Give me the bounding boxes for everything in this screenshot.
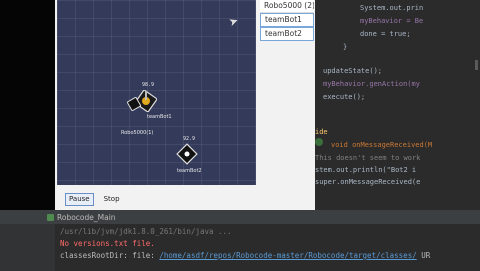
robot-energy: 98.9	[142, 82, 155, 88]
pause-button[interactable]: Pause	[65, 193, 94, 206]
code-line: stem.out.println("Bot2 i	[315, 166, 417, 174]
scrollbar-marker	[475, 60, 478, 70]
code-line: ide	[315, 128, 328, 136]
robot-list-item[interactable]: teamBot2	[260, 27, 314, 41]
stop-button[interactable]: Stop	[100, 193, 124, 206]
battle-controls: Pause Stop	[65, 193, 124, 206]
run-tab-bar: Robocode_Main	[0, 211, 480, 224]
console-line: No versions.txt file.	[60, 239, 155, 248]
robot-list-item[interactable]: Robo5000 (2)	[260, 0, 314, 13]
robot-tank-icon[interactable]	[127, 97, 141, 111]
console-line: classesRootDir: file: /home/asdf/repos/R…	[60, 251, 430, 260]
robot-name-label: teamBot2	[177, 168, 202, 174]
code-line: updateState();	[323, 67, 383, 75]
robot-energy: 92.9	[183, 136, 196, 142]
console-line: /usr/lib/jvm/jdk1.8.0_261/bin/java ...	[60, 227, 232, 236]
robot-tank-icon[interactable]	[176, 143, 198, 165]
console-text: classesRootDir: file:	[60, 251, 155, 260]
run-tab[interactable]: Robocode_Main	[57, 212, 116, 223]
code-editor[interactable]: System.out.prin myBehavior = Be done = t…	[315, 0, 480, 210]
run-config-icon	[47, 214, 54, 221]
code-line: System.out.prin	[360, 4, 424, 12]
robot-list-item[interactable]: teamBot1	[260, 13, 314, 27]
code-line: This doesn't seem to work	[315, 154, 421, 162]
code-line: super.onMessageReceived(e	[315, 178, 421, 186]
robot-name-label: teamBot1	[147, 114, 172, 120]
robot-list: Robo5000 (2) teamBot1 teamBot2	[260, 0, 314, 41]
run-toolbar	[0, 224, 55, 271]
code-line: myBehavior.genAction(my	[323, 80, 420, 88]
console-link[interactable]: /home/asdf/repos/Robocode-master/Robocod…	[159, 251, 416, 260]
robot-name-label: Robo5000(1)	[121, 130, 154, 136]
code-line: void onMessageReceived(M	[331, 141, 433, 149]
override-gutter-icon[interactable]	[315, 138, 323, 146]
battlefield[interactable]: ➤ 98.9 Robo5000(1) teamBot1 92.9 teamBot…	[57, 0, 256, 185]
console-text: UR	[421, 251, 431, 260]
code-line: myBehavior = Be	[360, 17, 424, 25]
code-line: }	[343, 43, 348, 51]
code-line: done = true;	[360, 30, 411, 38]
mouse-cursor-icon: ➤	[227, 13, 241, 30]
code-line: execute();	[323, 93, 366, 101]
desktop-strip	[0, 0, 55, 210]
run-panel: Robocode_Main /usr/lib/jvm/jdk1.8.0_261/…	[0, 210, 480, 271]
robocode-window: ➤ 98.9 Robo5000(1) teamBot1 92.9 teamBot…	[55, 0, 315, 210]
